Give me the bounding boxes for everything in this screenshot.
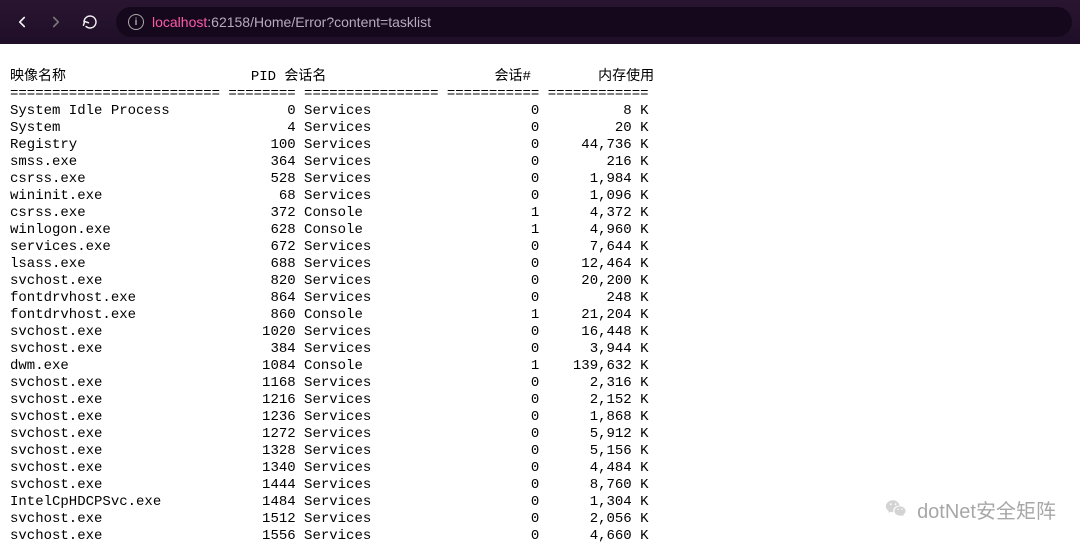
arrow-right-icon xyxy=(47,13,65,31)
tasklist-output: 映像名称 PID 会话名 会话# 内存使用 ==================… xyxy=(0,44,1080,555)
watermark-text: dotNet安全矩阵 xyxy=(917,495,1056,524)
browser-toolbar: i localhost:62158/Home/Error?content=tas… xyxy=(0,0,1080,44)
arrow-left-icon xyxy=(13,13,31,31)
reload-icon xyxy=(82,14,98,30)
watermark: dotNet安全矩阵 xyxy=(883,495,1056,524)
reload-button[interactable] xyxy=(76,8,104,36)
address-bar[interactable]: i localhost:62158/Home/Error?content=tas… xyxy=(116,7,1072,37)
back-button[interactable] xyxy=(8,8,36,36)
url-text: localhost:62158/Home/Error?content=taskl… xyxy=(152,14,431,30)
url-path: :62158/Home/Error?content=tasklist xyxy=(207,14,431,30)
forward-button[interactable] xyxy=(42,8,70,36)
wechat-icon xyxy=(883,497,909,523)
site-info-icon[interactable]: i xyxy=(128,14,144,30)
url-host: localhost xyxy=(152,14,207,30)
